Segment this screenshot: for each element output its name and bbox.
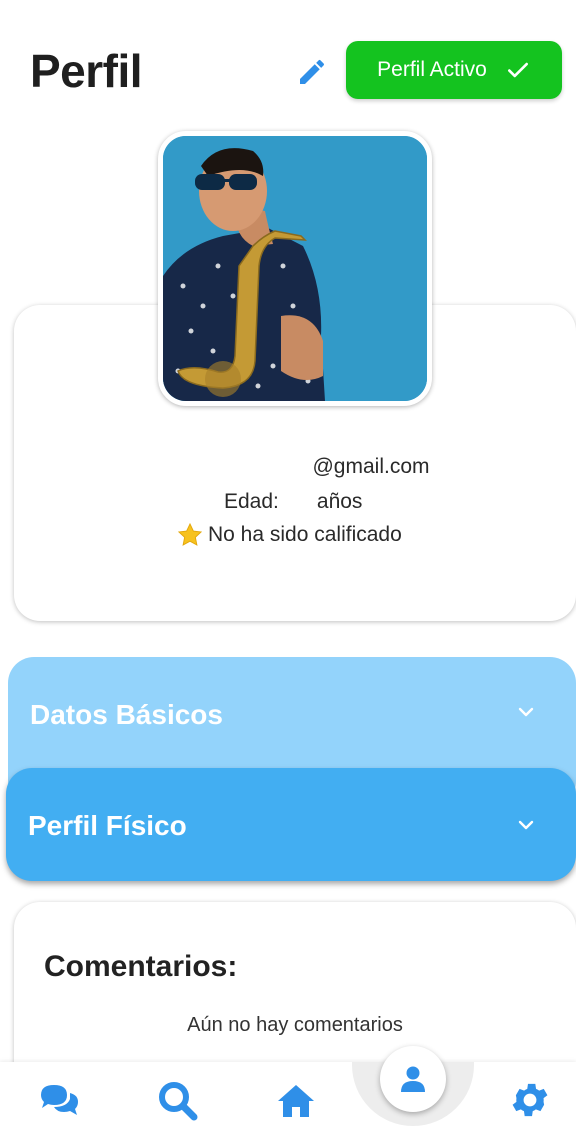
- header: Perfil Perfil Activo: [0, 0, 576, 130]
- user-icon: [401, 1066, 425, 1092]
- chat-icon: [41, 1085, 78, 1115]
- check-icon: [507, 62, 528, 78]
- star-icon: [177, 522, 203, 546]
- accordion-basic-label: Datos Básicos: [30, 699, 223, 730]
- profile-active-button[interactable]: Perfil Activo: [346, 41, 562, 99]
- gear-icon: [512, 1083, 548, 1117]
- nav-home[interactable]: [274, 1079, 318, 1123]
- age-row: Edad: años: [224, 490, 362, 514]
- nav-profile[interactable]: [380, 1046, 446, 1112]
- age-unit: años: [316, 490, 363, 513]
- profile-photo: [163, 136, 427, 401]
- rating-text: No ha sido calificado: [208, 523, 402, 546]
- nav-chat[interactable]: [37, 1079, 81, 1123]
- rating-row: No ha sido calificado: [176, 521, 402, 549]
- comments-title: Comentarios:: [44, 950, 238, 983]
- edit-button[interactable]: [296, 56, 328, 88]
- search-icon: [159, 1082, 198, 1121]
- nav-settings[interactable]: [508, 1078, 552, 1122]
- nav-search[interactable]: [156, 1079, 200, 1123]
- avatar[interactable]: [158, 131, 432, 406]
- email-text: @gmail.com: [312, 455, 430, 478]
- chevron-down-icon: [518, 820, 534, 830]
- status-label: Perfil Activo: [377, 58, 487, 81]
- comments-empty-text: Aún no hay comentarios: [187, 1014, 403, 1036]
- accordion-physical-profile[interactable]: Perfil Físico: [6, 768, 576, 881]
- accordion-physical-label: Perfil Físico: [28, 810, 187, 841]
- age-label: Edad:: [224, 490, 279, 513]
- chevron-down-icon: [518, 707, 534, 717]
- page-title: Perfil: [30, 45, 143, 97]
- pencil-icon: [300, 59, 325, 84]
- home-icon: [278, 1085, 314, 1117]
